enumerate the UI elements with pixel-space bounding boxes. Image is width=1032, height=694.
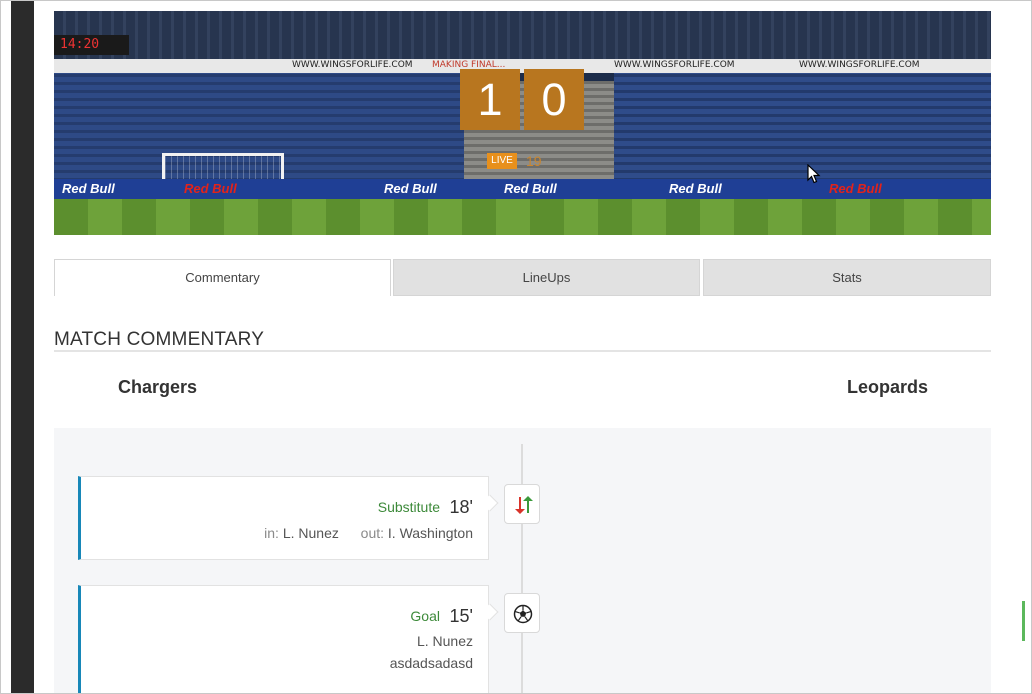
board-text: Red Bull (384, 181, 437, 196)
card-arrow (481, 494, 499, 512)
scroll-indicator (1022, 601, 1025, 641)
board-text: Red Bull (669, 181, 722, 196)
board-text: Red Bull (62, 181, 115, 196)
goal-scorer: L. Nunez (416, 633, 473, 649)
tab-stats[interactable]: Stats (703, 259, 991, 296)
home-score: 1 (460, 69, 520, 130)
event-minute: 18' (449, 497, 473, 517)
pitch-grass (54, 199, 991, 235)
match-hero-image: WWW.WINGSFORLIFE.COM MAKING FINAL... WWW… (54, 11, 991, 235)
board-text: Red Bull (504, 181, 557, 196)
soccer-ball-icon (504, 593, 540, 633)
stadium-stands-right (614, 66, 991, 186)
commentary-timeline: Substitute 18' in: L. Nunez out: I. Wash… (54, 428, 991, 693)
timeline-line (521, 444, 523, 693)
tab-commentary[interactable]: Commentary (54, 259, 391, 296)
substitution-details: in: L. Nunez out: I. Washington (264, 525, 473, 541)
home-team-name: Chargers (118, 377, 198, 397)
stadium-roof (54, 11, 991, 66)
in-label: in: (264, 525, 279, 541)
ad-text: WWW.WINGSFORLIFE.COM (292, 60, 413, 70)
left-rail (11, 1, 34, 693)
away-score: 0 (524, 69, 584, 130)
live-badge: LIVE (487, 153, 517, 169)
live-minute: 19 (526, 153, 542, 169)
ad-text: WWW.WINGSFORLIFE.COM (799, 60, 920, 70)
card-arrow (481, 603, 499, 621)
ad-text: WWW.WINGSFORLIFE.COM (614, 60, 735, 70)
pitch-side-boards: Red Bull Red Bull Red Bull Red Bull Red … (54, 179, 991, 199)
in-player: L. Nunez (282, 525, 339, 541)
event-type: Goal (410, 608, 440, 624)
section-title: MATCH COMMENTARY (54, 329, 265, 350)
away-team-name: Leopards (847, 377, 929, 397)
substitution-icon (504, 484, 540, 524)
event-card-goal: Goal 15' L. Nunez asdadsadasd (78, 585, 499, 693)
event-note: asdadsadasd (389, 655, 473, 671)
out-label: out: (360, 525, 385, 541)
stadium-clock: 14:20 (54, 35, 129, 55)
browser-frame: WWW.WINGSFORLIFE.COM MAKING FINAL... WWW… (0, 0, 1032, 694)
mouse-cursor-icon (807, 163, 821, 189)
tab-lineups[interactable]: LineUps (393, 259, 700, 296)
section-divider (54, 350, 991, 352)
event-card-substitute: Substitute 18' in: L. Nunez out: I. Wash… (78, 476, 499, 560)
event-type: Substitute (377, 499, 440, 515)
match-tabs: Commentary LineUps Stats (54, 259, 991, 296)
board-text: Red Bull (829, 181, 882, 196)
out-player: I. Washington (387, 525, 473, 541)
stadium-ad-banner: WWW.WINGSFORLIFE.COM MAKING FINAL... WWW… (54, 59, 991, 73)
event-minute: 15' (449, 606, 473, 626)
board-text: Red Bull (184, 181, 237, 196)
